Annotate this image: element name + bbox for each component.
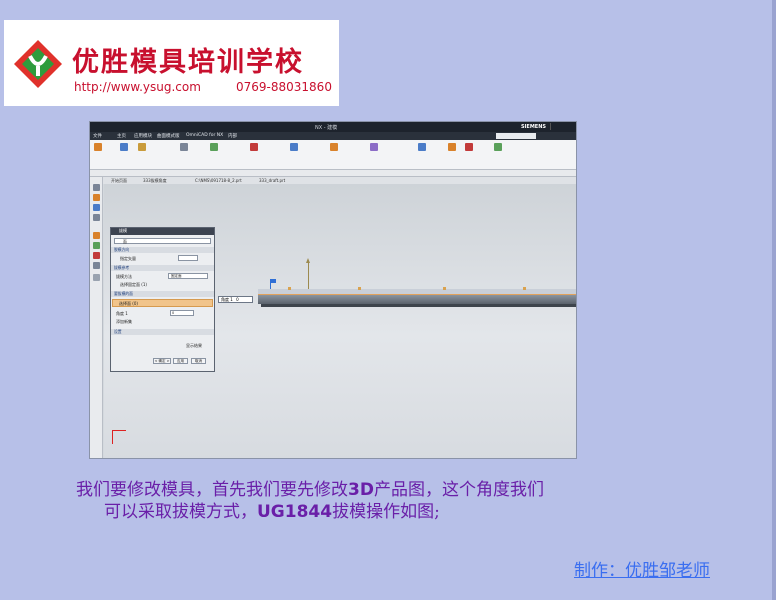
siemens-brand: SIEMENS xyxy=(520,124,546,130)
angle-callout-value: 0 xyxy=(236,297,239,302)
caption-text: 产品图，这个角度我们 xyxy=(373,480,544,500)
history-icon[interactable] xyxy=(93,232,100,239)
preview-label[interactable]: 显示结果 xyxy=(186,343,202,349)
caption-text: 拔模操作如图; xyxy=(332,502,440,522)
section-settings[interactable]: 设置 xyxy=(111,329,214,335)
part-navigator-icon[interactable] xyxy=(93,184,100,191)
fixed-face-row: 选择固定面 (1) xyxy=(114,281,211,287)
author-credit-link[interactable]: 制作：优胜邹老师 xyxy=(574,556,710,581)
command-search-input[interactable] xyxy=(496,133,536,139)
logo-banner: 优胜模具培训学校 http://www.ysug.com 0769-880318… xyxy=(4,20,339,106)
nx-ribbon xyxy=(90,140,576,170)
sketch-icon[interactable] xyxy=(94,143,102,151)
offset-icon[interactable] xyxy=(370,143,378,151)
slide: 优胜模具培训学校 http://www.ysug.com 0769-880318… xyxy=(0,0,776,600)
drag-handle-icon[interactable] xyxy=(271,279,276,283)
hole-icon[interactable] xyxy=(180,143,188,151)
section-faces-to-draft[interactable]: 要拔模的面 xyxy=(111,291,214,297)
extrude-icon[interactable] xyxy=(120,143,128,151)
type-row: 面 xyxy=(114,238,211,244)
select-face-label: 选择面 (0) xyxy=(119,301,138,306)
tab-333-draft[interactable]: 333_draft.prt xyxy=(259,178,285,183)
specify-vector-label: 指定矢量 xyxy=(120,256,136,261)
boss xyxy=(288,287,291,290)
caption-text: 可以采取拔模方式， xyxy=(104,502,257,522)
render-icon[interactable] xyxy=(494,143,502,151)
section-draft-direction[interactable]: 脱模方向 xyxy=(111,247,214,253)
plate-model[interactable] xyxy=(258,287,576,311)
menu-surface[interactable]: 曲面模式版 xyxy=(157,133,180,139)
draft-icon[interactable] xyxy=(250,143,258,151)
constraint-navigator-icon[interactable] xyxy=(93,204,100,211)
tab-nms[interactable]: C:\NMS\091718-8_2.prt xyxy=(195,178,242,183)
nx-titlebar: NX - 建模 SIEMENS xyxy=(90,122,576,132)
document-tabs: 开始页面 333拔模角度 C:\NMS\091718-8_2.prt 333_d… xyxy=(103,177,576,184)
nx-screenshot: NX - 建模 SIEMENS 文件 主页 应用模块 曲面模式版 OmniCAD… xyxy=(89,121,577,459)
draft-method-label: 拔模方法 xyxy=(116,274,132,279)
apply-button[interactable]: 应用 xyxy=(173,358,188,364)
menu-home[interactable]: 主页 xyxy=(117,133,126,139)
select-face-active[interactable]: 选择面 (0) xyxy=(112,299,213,307)
caption-line-2: 可以采取拔模方式，UG1844拔模操作如图; xyxy=(76,501,676,523)
ysug-logo-icon xyxy=(14,40,62,88)
draft-direction-arrow-shaft xyxy=(308,262,309,289)
caption-3d: 3D xyxy=(348,480,374,500)
angle-input[interactable]: 0 xyxy=(170,310,194,316)
school-phone: 0769-88031860 xyxy=(236,80,332,94)
cancel-button[interactable]: 取消 xyxy=(191,358,206,364)
boss xyxy=(358,287,361,290)
plate-side-face[interactable] xyxy=(258,295,576,304)
trim-icon[interactable] xyxy=(330,143,338,151)
csys-triad-icon xyxy=(112,430,126,444)
dialog-title: 拔模 xyxy=(111,228,214,235)
angle-row: 角度 1 0 xyxy=(114,310,211,316)
vector-picker[interactable] xyxy=(178,255,198,261)
analysis-icon[interactable] xyxy=(448,143,456,151)
web-browser-icon[interactable] xyxy=(93,242,100,249)
roles-icon[interactable] xyxy=(93,262,100,269)
resource-bar xyxy=(90,177,103,458)
draft-method-select[interactable]: 固定面 xyxy=(168,273,208,279)
assembly-navigator-icon[interactable] xyxy=(93,194,100,201)
reuse-library-icon[interactable] xyxy=(93,214,100,221)
type-select[interactable]: 面 xyxy=(114,238,211,244)
angle-callout-label: 角度 1 xyxy=(221,297,233,302)
sync-modeling-icon[interactable] xyxy=(465,143,473,151)
caption-ug-version: UG1844 xyxy=(257,502,333,522)
preview-row: 显示结果 xyxy=(114,342,211,348)
add-set-row: 添加新集 xyxy=(114,318,211,324)
select-fixed-face-label[interactable]: 选择固定面 (1) xyxy=(120,282,147,288)
plate-bottom-edge xyxy=(261,304,576,307)
school-url: http://www.ysug.com xyxy=(74,80,201,94)
menu-omnicad[interactable]: OmniCAD for NX xyxy=(186,133,223,138)
section-draft-reference[interactable]: 拔模参考 xyxy=(111,265,214,271)
process-studio-icon[interactable] xyxy=(93,252,100,259)
caption: 我们要修改模具，首先我们要先修改3D产品图，这个角度我们 可以采取拔模方式，UG… xyxy=(76,479,676,523)
menu-file[interactable]: 文件 xyxy=(93,133,102,139)
close-icon[interactable] xyxy=(93,274,100,281)
add-new-set-label[interactable]: 添加新集 xyxy=(116,319,132,325)
angle-callout[interactable]: 角度 1 0 xyxy=(218,296,253,303)
angle-label: 角度 1 xyxy=(116,311,128,316)
view-icon[interactable] xyxy=(418,143,426,151)
draft-method-row: 拔模方法 固定面 xyxy=(114,273,211,279)
menu-applications[interactable]: 应用模块 xyxy=(134,133,152,139)
ok-button[interactable]: < 确定 > xyxy=(153,358,171,364)
boss xyxy=(523,287,526,290)
shell-icon[interactable] xyxy=(290,143,298,151)
caption-line-1: 我们要修改模具，首先我们要先修改3D产品图，这个角度我们 xyxy=(76,479,676,501)
window-controls[interactable] xyxy=(550,123,574,130)
window-title: NX - 建模 xyxy=(315,125,338,131)
blend-icon[interactable] xyxy=(210,143,218,151)
draft-dialog: 拔模 面 脱模方向 指定矢量 拔模参考 拔模方法 固定面 选择固定面 (1) 要… xyxy=(110,227,215,372)
menu-internal[interactable]: 内部 xyxy=(228,133,237,139)
caption-text: 我们要修改模具，首先我们要先修改 xyxy=(76,480,348,500)
boss xyxy=(443,287,446,290)
selection-toolbar xyxy=(90,170,576,177)
school-name: 优胜模具培训学校 xyxy=(72,47,304,78)
specify-vector-row: 指定矢量 xyxy=(114,255,211,261)
nx-menubar: 文件 主页 应用模块 曲面模式版 OmniCAD for NX 内部 xyxy=(90,132,576,140)
revolve-icon[interactable] xyxy=(138,143,146,151)
